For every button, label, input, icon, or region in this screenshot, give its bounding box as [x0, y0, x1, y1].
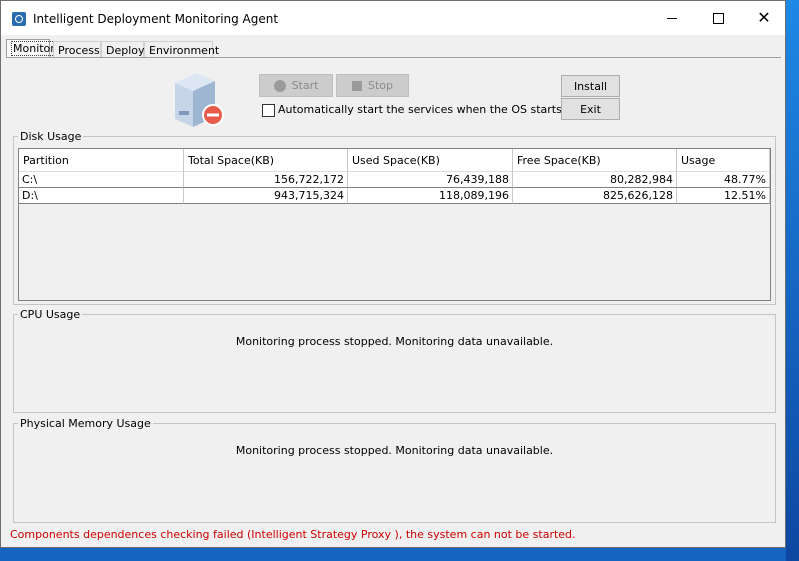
cell-used-space: 118,089,196 [348, 188, 513, 204]
table-header: Partition Total Space(KB) Used Space(KB)… [19, 149, 770, 172]
minimize-icon [667, 17, 677, 19]
autostart-label[interactable]: Automatically start the services when th… [278, 103, 565, 116]
disk-usage-table[interactable]: Partition Total Space(KB) Used Space(KB)… [18, 148, 771, 301]
table-row[interactable]: C:\ 156,722,172 76,439,188 80,282,984 48… [19, 172, 770, 188]
tab-environment[interactable]: Environment [144, 41, 219, 58]
stop-button[interactable]: Stop [336, 74, 409, 97]
memory-usage-message: Monitoring process stopped. Monitoring d… [235, 444, 554, 457]
app-icon [12, 12, 26, 26]
close-button[interactable]: ✕ [741, 1, 787, 35]
column-header-partition[interactable]: Partition [19, 149, 184, 172]
tab-divider [6, 57, 781, 58]
cell-usage: 48.77% [677, 172, 770, 188]
exit-button[interactable]: Exit [561, 98, 620, 120]
title-bar[interactable]: Intelligent Deployment Monitoring Agent … [1, 1, 785, 35]
disk-usage-title: Disk Usage [20, 130, 82, 143]
column-header-total-space[interactable]: Total Space(KB) [184, 149, 348, 172]
desktop-background [786, 0, 799, 561]
cell-total-space: 943,715,324 [184, 188, 348, 204]
window-title: Intelligent Deployment Monitoring Agent [33, 12, 279, 26]
install-button[interactable]: Install [561, 75, 620, 97]
server-stopped-icon [175, 73, 224, 127]
cell-partition: D:\ [19, 188, 184, 204]
cell-free-space: 80,282,984 [513, 172, 677, 188]
maximize-icon [712, 12, 724, 24]
column-header-usage[interactable]: Usage [677, 149, 770, 172]
cell-usage: 12.51% [677, 188, 770, 204]
cpu-usage-message: Monitoring process stopped. Monitoring d… [235, 335, 554, 348]
status-message: Components dependences checking failed (… [10, 528, 576, 541]
tab-monitor[interactable]: Monitor [6, 39, 57, 58]
column-header-free-space[interactable]: Free Space(KB) [513, 149, 677, 172]
table-row[interactable]: D:\ 943,715,324 118,089,196 825,626,128 … [19, 188, 770, 204]
close-icon: ✕ [757, 8, 771, 27]
cell-used-space: 76,439,188 [348, 172, 513, 188]
cpu-usage-group: CPU Usage Monitoring process stopped. Mo… [13, 308, 776, 413]
cell-partition: C:\ [19, 172, 184, 188]
tab-deploy[interactable]: Deploy [101, 41, 145, 58]
start-button[interactable]: Start [259, 74, 333, 97]
start-icon [273, 79, 286, 92]
autostart-checkbox[interactable] [262, 104, 275, 117]
memory-usage-title: Physical Memory Usage [20, 417, 151, 430]
cell-total-space: 156,722,172 [184, 172, 348, 188]
cell-free-space: 825,626,128 [513, 188, 677, 204]
maximize-button[interactable] [695, 1, 741, 35]
memory-usage-group: Physical Memory Usage Monitoring process… [13, 417, 776, 523]
stop-icon [351, 80, 362, 91]
main-window: Intelligent Deployment Monitoring Agent … [0, 0, 786, 548]
tab-process[interactable]: Process [53, 41, 101, 58]
cpu-usage-title: CPU Usage [20, 308, 81, 321]
minimize-button[interactable] [649, 1, 695, 35]
column-header-used-space[interactable]: Used Space(KB) [348, 149, 513, 172]
